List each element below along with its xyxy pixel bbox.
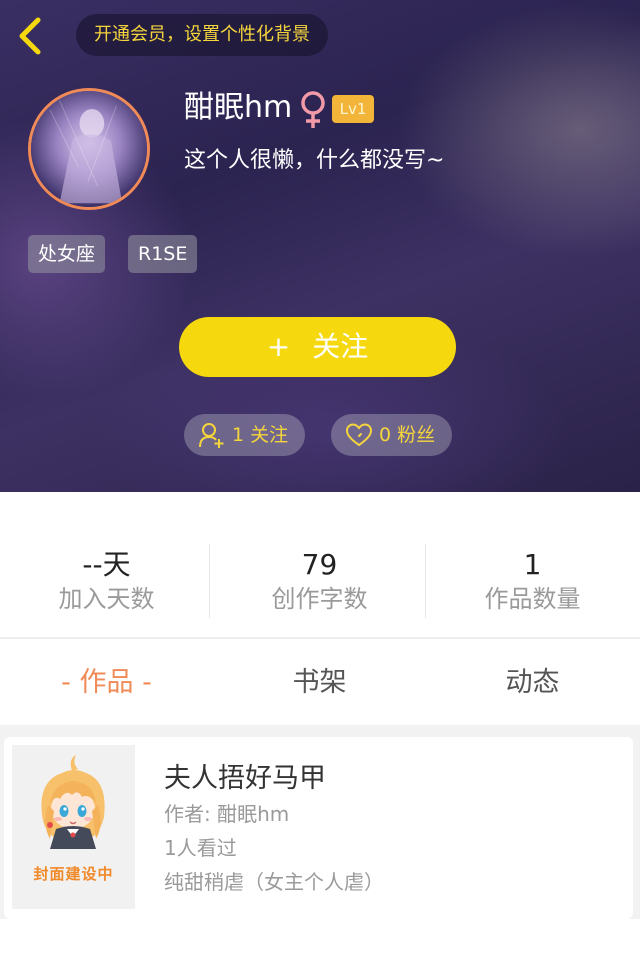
stat-label: 加入天数: [58, 585, 155, 613]
book-tags: 纯甜稍虐（女主个人虐）: [164, 870, 384, 894]
add-user-icon: [199, 423, 224, 448]
stats-bar: --天 加入天数 79 创作字数 1 作品数量: [0, 492, 640, 638]
profile-header: 开通会员，设置个性化背景 酣眠hm Lv1 这个人很懒，什么都没写~ 处女座 R…: [0, 0, 640, 492]
tag-group: R1SE: [128, 235, 198, 273]
followers-count-button[interactable]: 0 粉丝: [331, 414, 452, 456]
book-author: 作者: 酣眠hm: [164, 802, 290, 826]
plus-icon: +: [266, 330, 291, 363]
avatar[interactable]: [28, 88, 150, 210]
divider: [209, 544, 210, 618]
stat-label: 创作字数: [271, 585, 368, 613]
work-card[interactable]: 封面建设中 夫人捂好马甲 作者: 酣眠hm 1人看过 纯甜稍虐（女主个人虐）: [4, 737, 633, 919]
heart-icon: [345, 423, 373, 447]
stat-value: 79: [301, 548, 338, 581]
level-badge: Lv1: [332, 95, 374, 123]
page-bottom: [0, 919, 640, 970]
tab-activity[interactable]: 动态: [426, 661, 639, 705]
stat-word-count: 79 创作字数: [213, 548, 426, 616]
tab-works[interactable]: - 作品 -: [0, 661, 213, 705]
profile-tabs: - 作品 - 书架 动态: [0, 639, 640, 725]
vip-background-prompt[interactable]: 开通会员，设置个性化背景: [76, 14, 328, 56]
user-bio: 这个人很懒，什么都没写~: [184, 148, 445, 173]
cover-placeholder-label: 封面建设中: [33, 865, 114, 883]
back-button[interactable]: [10, 14, 50, 58]
chevron-left-icon: [19, 17, 41, 55]
stat-value: 1: [523, 548, 542, 581]
stat-value: --天: [82, 548, 131, 581]
avatar-image: [31, 91, 147, 207]
profile-page: 开通会员，设置个性化背景 酣眠hm Lv1 这个人很懒，什么都没写~ 处女座 R…: [0, 0, 640, 970]
follow-button[interactable]: + 关注: [179, 317, 456, 377]
anime-girl-icon: [41, 755, 105, 849]
book-views: 1人看过: [164, 836, 237, 860]
following-count: 1 关注: [232, 424, 289, 446]
follow-button-label: 关注: [312, 330, 369, 363]
tag-zodiac: 处女座: [28, 235, 106, 273]
stat-join-days: --天 加入天数: [0, 548, 213, 616]
followers-count: 0 粉丝: [379, 424, 436, 446]
stat-label: 作品数量: [484, 585, 581, 613]
following-count-button[interactable]: 1 关注: [184, 414, 305, 456]
user-name: 酣眠hm: [184, 90, 293, 125]
tab-bookshelf[interactable]: 书架: [213, 661, 426, 705]
book-cover: 封面建设中: [12, 745, 135, 909]
book-title: 夫人捂好马甲: [164, 763, 326, 794]
female-icon: [301, 91, 325, 128]
stat-works-count: 1 作品数量: [426, 548, 639, 616]
